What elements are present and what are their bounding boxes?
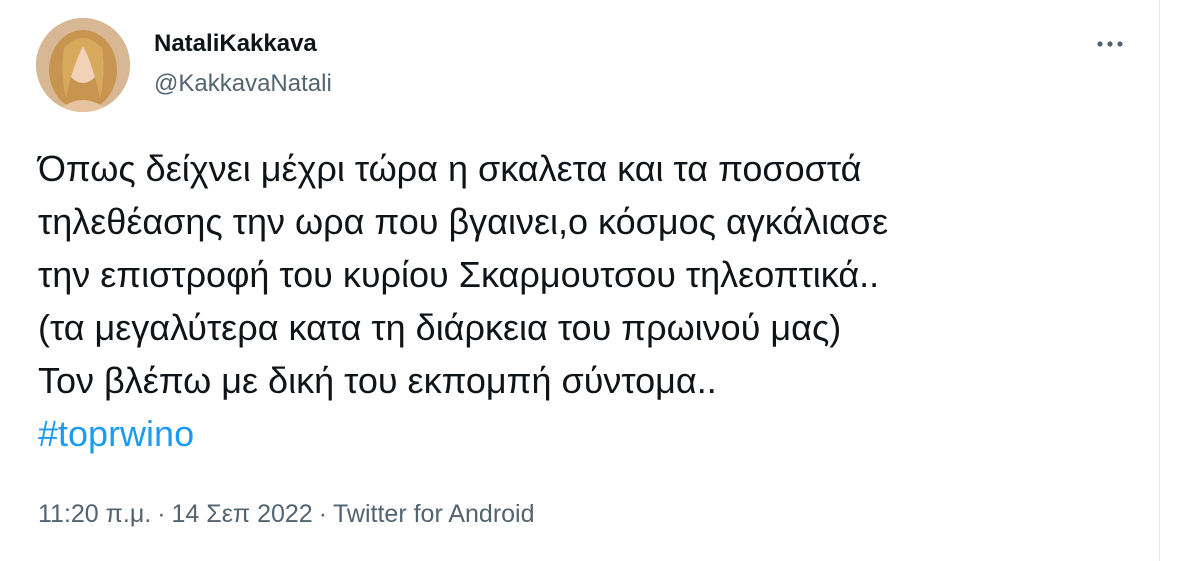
tweet-line: Όπως δείχνει μέχρι τώρα η σκαλετα και τα… (38, 148, 862, 189)
more-dots-icon (1097, 41, 1123, 47)
tweet-line: (τα μεγαλύτερα κατα τη διάρκεια του πρωι… (38, 307, 842, 348)
tweet-line: Τον βλέπω με δική του εκπομπή σύντομα.. (38, 360, 717, 401)
tweet-card: NataliKakkava @KakkavaNatali Όπως δείχνε… (0, 0, 1160, 561)
user-handle[interactable]: @KakkavaNatali (154, 70, 332, 98)
display-name[interactable]: NataliKakkava (154, 30, 317, 58)
meta-separator: · (157, 500, 166, 528)
tweet-date-link[interactable]: 14 Σεπ 2022 (172, 500, 313, 528)
tweet-time-link[interactable]: 11:20 π.μ. (38, 500, 151, 528)
more-options-button[interactable] (1092, 32, 1128, 56)
hashtag-link[interactable]: #toprwino (38, 407, 1148, 460)
tweet-line: τηλεθέασης την ωρα που βγαινει,ο κόσμος … (38, 201, 889, 242)
tweet-text: Όπως δείχνει μέχρι τώρα η σκαλετα και τα… (38, 142, 1148, 460)
tweet-line: την επιστροφή του κυρίου Σκαρμουτσου τηλ… (38, 254, 880, 295)
tweet-meta: 11:20 π.μ. · 14 Σεπ 2022 · Twitter for Andro… (38, 500, 535, 529)
profile-photo (36, 18, 130, 112)
avatar[interactable] (36, 18, 130, 112)
meta-separator: · (318, 500, 328, 528)
tweet-source-link[interactable]: Twitter for Android (333, 500, 534, 528)
